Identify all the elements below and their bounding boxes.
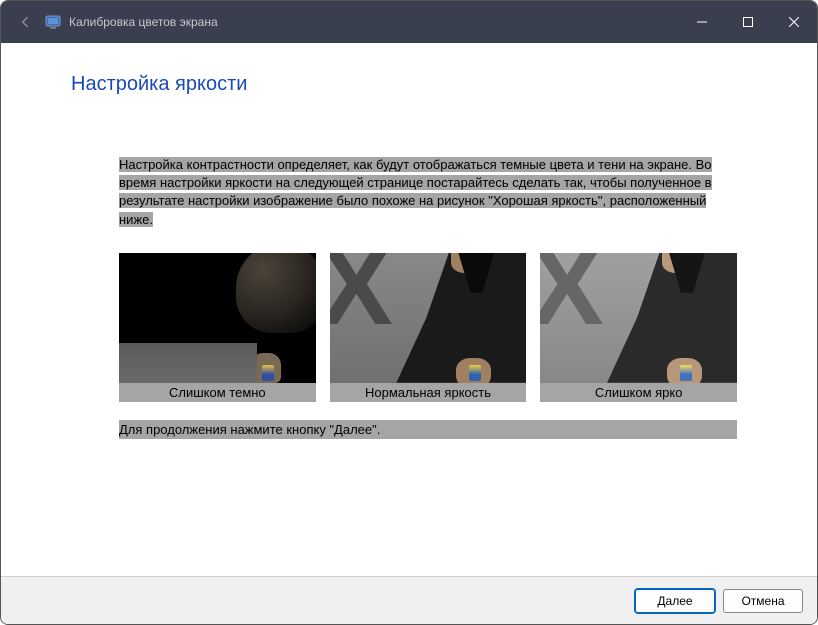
sample-image-dark — [119, 253, 316, 383]
next-button[interactable]: Далее — [635, 589, 715, 613]
brightness-samples: Слишком темно X Нормальная яркость X — [119, 253, 737, 402]
app-icon — [45, 14, 61, 30]
content-area: Настройка яркости Настройка контрастност… — [1, 43, 817, 576]
continue-hint: Для продолжения нажмите кнопку "Далее". — [119, 420, 737, 439]
continue-hint-block: Для продолжения нажмите кнопку "Далее". — [119, 420, 737, 439]
window-controls — [679, 1, 817, 43]
description-text: Настройка контрастности определяет, как … — [119, 157, 712, 227]
sample-caption: Слишком темно — [119, 383, 316, 402]
sample-caption: Нормальная яркость — [330, 383, 527, 402]
sample-image-bright: X — [540, 253, 737, 383]
sample-image-normal: X — [330, 253, 527, 383]
minimize-button[interactable] — [679, 1, 725, 43]
sample-too-dark: Слишком темно — [119, 253, 316, 402]
cancel-button[interactable]: Отмена — [723, 589, 803, 613]
wizard-window: Калибровка цветов экрана Настройка яркос… — [0, 0, 818, 625]
sample-normal: X Нормальная яркость — [330, 253, 527, 402]
description-block: Настройка контрастности определяет, как … — [119, 156, 737, 229]
back-button[interactable] — [9, 6, 41, 38]
maximize-button[interactable] — [725, 1, 771, 43]
window-title: Калибровка цветов экрана — [69, 15, 679, 29]
footer: Далее Отмена — [1, 576, 817, 624]
close-button[interactable] — [771, 1, 817, 43]
page-title: Настройка яркости — [71, 73, 777, 96]
sample-caption: Слишком ярко — [540, 383, 737, 402]
sample-too-bright: X Слишком ярко — [540, 253, 737, 402]
titlebar: Калибровка цветов экрана — [1, 1, 817, 43]
